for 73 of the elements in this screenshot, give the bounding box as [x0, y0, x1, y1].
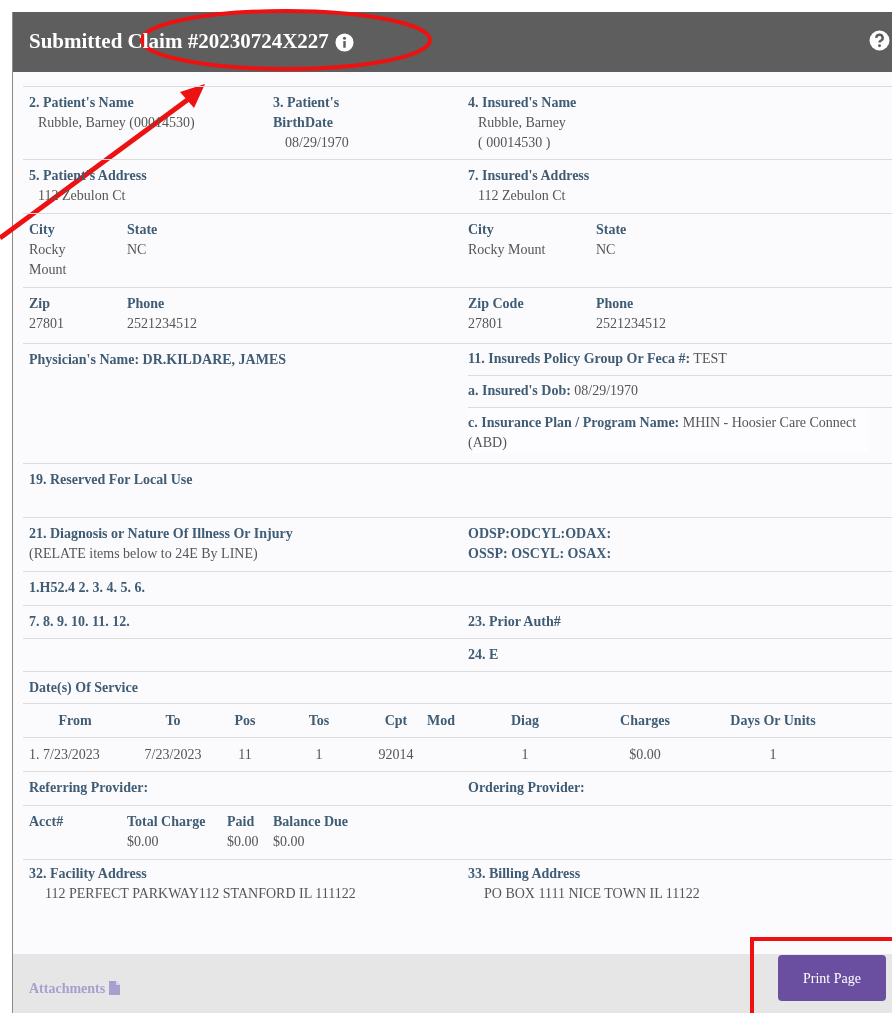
help-icon[interactable]	[869, 30, 890, 51]
info-icon[interactable]	[334, 32, 354, 52]
field-value: Rubble, Barney	[477, 114, 567, 132]
column-header: To	[164, 711, 182, 730]
table-cell-text: $0.00	[628, 745, 662, 764]
column-header: Pos	[233, 711, 257, 730]
field-label: Zip Code	[468, 295, 525, 313]
field-value: $0.00	[127, 833, 160, 851]
field-label: Phone	[127, 295, 166, 313]
field-label: 19. Reserved For Local Use	[29, 471, 193, 489]
table-cell-text: 11	[237, 745, 253, 764]
field-value: 112 PERFECT PARKWAY112 STANFORD IL 111122	[44, 885, 357, 903]
field-value: 2521234512	[127, 315, 197, 333]
field-value: 112 Zebulon Ct	[477, 187, 567, 205]
table-cell-text: 7/23/2023	[143, 745, 203, 764]
field-label: 2. Patient's Name	[29, 94, 135, 112]
field-label: State	[596, 221, 627, 239]
field-label: 7. Insured's Address	[468, 167, 590, 185]
table-cell-text: 1	[520, 745, 530, 764]
print-page-button[interactable]: Print Page	[778, 955, 886, 1001]
field-label: ODSP:ODCYL:ODAX:	[468, 525, 612, 543]
field-value: 2521234512	[596, 315, 666, 333]
field-value: 112 Zebulon Ct	[37, 187, 127, 205]
field-value: Rocky Mount	[468, 241, 547, 259]
column-header: Mod	[426, 711, 456, 730]
field-label: OSSP: OSCYL: OSAX:	[468, 545, 612, 563]
field-label: City	[29, 221, 56, 239]
field-label: 3. Patient's BirthDate	[273, 94, 341, 132]
field-value: $0.00	[227, 833, 260, 851]
column-header: Tos	[307, 711, 331, 730]
field-value: 08/29/1970	[284, 134, 350, 152]
table-cell-text: 1	[768, 745, 778, 764]
field-text: a. Insured's Dob: 08/29/1970	[468, 382, 640, 400]
table-cell-text: 1. 7/23/2023	[29, 745, 101, 764]
field-label: City	[468, 221, 495, 239]
field-label: Acct#	[29, 813, 65, 831]
field-label: Phone	[596, 295, 635, 313]
field-label: Zip	[29, 295, 51, 313]
field-value: Rocky Mount	[29, 241, 68, 279]
field-label: 33. Billing Address	[468, 865, 582, 883]
field-label: 4. Insured's Name	[468, 94, 577, 112]
field-label: Physician's Name: DR.KILDARE, JAMES	[29, 351, 288, 369]
field-label: 24. E	[468, 646, 499, 664]
field-label: 21. Diagnosis or Nature Of Illness Or Injury	[29, 525, 293, 543]
field-value: NC	[596, 241, 617, 259]
column-header: Days Or Units	[729, 711, 817, 730]
field-value: PO BOX 1111 NICE TOWN IL 11122	[483, 885, 700, 903]
field-label: Referring Provider:	[29, 779, 149, 797]
column-header: Diag	[510, 711, 540, 730]
field-text: c. Insurance Plan / Program Name: MHIN - Hoosier Care Connect (ABD)	[468, 414, 858, 452]
field-label: 32. Facility Address	[29, 865, 148, 883]
field-label: Ordering Provider:	[468, 779, 585, 797]
field-text: 11. Insureds Policy Group Or Feca #: TEST	[468, 350, 728, 368]
field-label: 23. Prior Auth#	[468, 613, 561, 631]
document-icon	[109, 981, 121, 995]
field-label: 1.H52.4 2. 3. 4. 5. 6.	[29, 579, 145, 597]
field-label: State	[127, 221, 158, 239]
table-cell-text: 92014	[377, 745, 415, 764]
field-value: 27801	[468, 315, 504, 333]
field-value: ( 00014530 )	[477, 134, 552, 152]
column-header: From	[57, 711, 93, 730]
field-value: (RELATE items below to 24E By LINE)	[29, 545, 259, 563]
field-label: Paid	[227, 813, 256, 831]
field-value: NC	[127, 241, 148, 259]
field-value: 27801	[29, 315, 65, 333]
field-label: Balance Due	[273, 813, 349, 831]
column-header: Charges	[619, 711, 671, 730]
table-cell-text: 1	[314, 745, 324, 764]
field-value: $0.00	[273, 833, 306, 851]
column-header: Cpt	[383, 711, 409, 730]
field-label: Date(s) Of Service	[29, 679, 138, 697]
field-label: Total Charge	[127, 813, 207, 831]
field-label: 7. 8. 9. 10. 11. 12.	[29, 613, 130, 631]
